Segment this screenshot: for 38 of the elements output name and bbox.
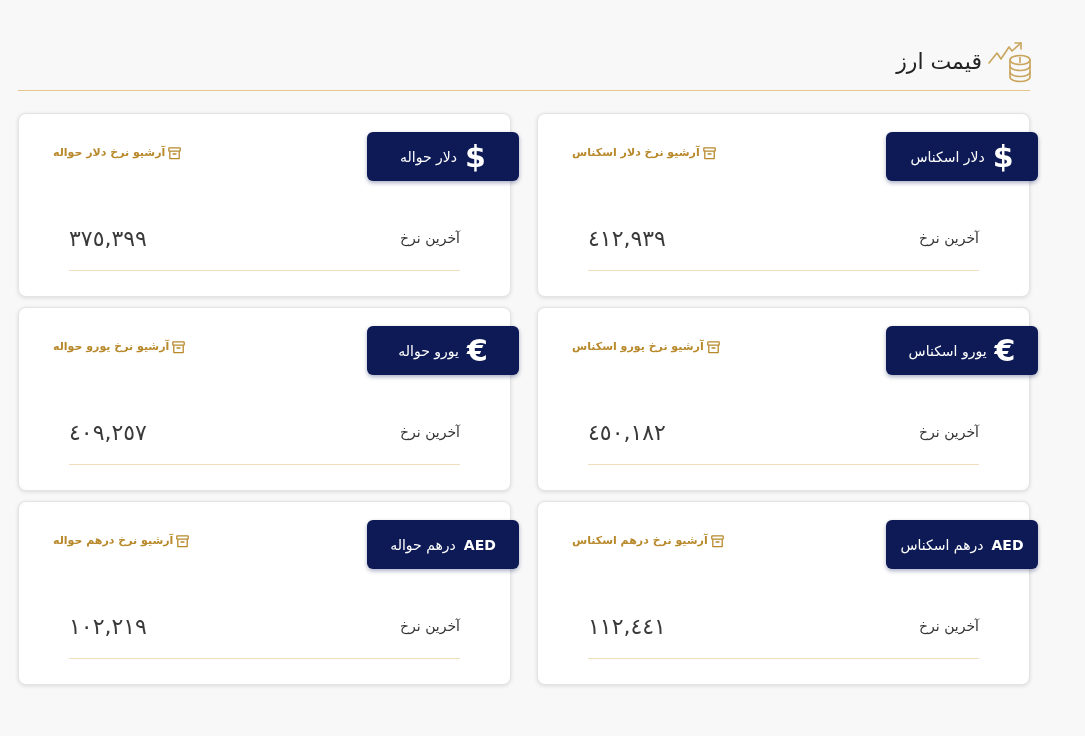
rate-value: ١١٢,٤٤١ (588, 612, 666, 641)
currency-symbol: € (466, 335, 488, 366)
currency-symbol: € (994, 335, 1016, 366)
archive-link[interactable]: آرشیو نرخ دلار حواله (53, 145, 182, 162)
rate-value: ٤٠٩,٢٥٧ (69, 418, 147, 447)
archive-link[interactable]: آرشیو نرخ دلار اسکناس (572, 145, 716, 162)
archive-link[interactable]: آرشیو نرخ یورو حواله (53, 339, 186, 356)
currency-symbol: AED (991, 537, 1024, 552)
rate-label: آخرین نرخ (919, 422, 979, 443)
currency-label: یورو اسکناس (908, 343, 987, 358)
archive-icon (168, 147, 182, 160)
rate-value: ١٠٢,٢١٩ (69, 612, 147, 641)
currency-symbol: $ (465, 141, 486, 172)
rate-value: ٤١٢,٩٣٩ (588, 224, 666, 253)
currency-label: دلار اسکناس (910, 149, 985, 164)
rate-label: آخرین نرخ (919, 616, 979, 637)
currency-label: دلار حواله (400, 149, 458, 164)
rate-value: ٣٧٥,٣٩٩ (69, 224, 147, 253)
archive-link[interactable]: آرشیو نرخ درهم حواله (53, 533, 190, 550)
archive-icon (172, 341, 186, 354)
archive-link[interactable]: آرشیو نرخ درهم اسکناس (572, 533, 724, 550)
page-title: قیمت ارز (896, 51, 982, 73)
currency-symbol: $ (992, 141, 1014, 172)
rate-value: ٤٥٠,١٨٢ (588, 418, 666, 447)
rate-label: آخرین نرخ (919, 228, 979, 249)
archive-link[interactable]: آرشیو نرخ یورو اسکناس (572, 339, 720, 356)
currency-label: یورو حواله (398, 343, 459, 358)
currency-label: درهم حواله (390, 537, 456, 552)
coins-trend-icon (988, 41, 1032, 83)
currency-symbol: AED (463, 537, 496, 552)
rate-label: آخرین نرخ (400, 422, 460, 443)
archive-icon (706, 341, 720, 354)
archive-icon (176, 535, 190, 548)
currency-label: درهم اسکناس (900, 537, 984, 552)
archive-icon (702, 147, 716, 160)
archive-icon (710, 535, 724, 548)
rate-label: آخرین نرخ (400, 616, 460, 637)
rate-label: آخرین نرخ (400, 228, 460, 249)
